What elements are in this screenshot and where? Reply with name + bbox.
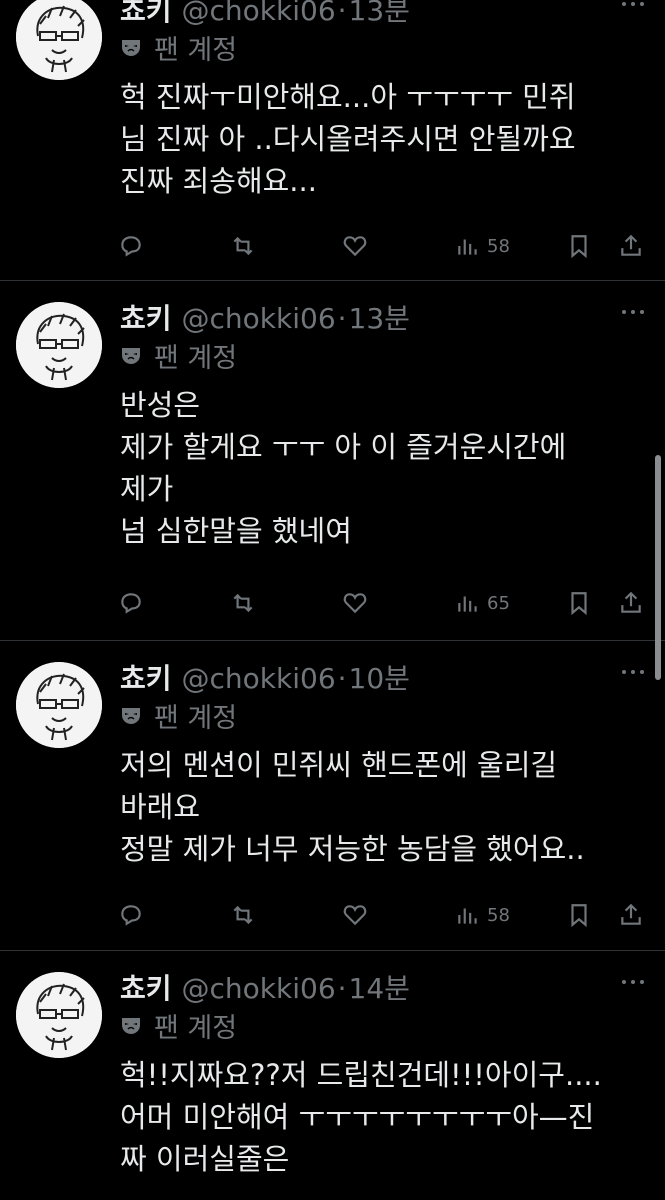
scrollbar[interactable] — [655, 455, 661, 680]
retweet-button[interactable] — [230, 231, 256, 261]
more-icon[interactable] — [619, 0, 647, 14]
handle[interactable]: @chokki06 — [182, 972, 336, 1006]
divider — [0, 950, 665, 951]
retweet-icon — [233, 905, 253, 925]
display-name[interactable]: 쵸키 — [120, 0, 172, 28]
tweet-actions: 58 — [118, 231, 648, 261]
like-button[interactable] — [342, 588, 368, 618]
views-button[interactable]: 58 — [455, 231, 510, 261]
avatar[interactable] — [16, 302, 102, 388]
separator-dot: · — [337, 302, 347, 335]
handle[interactable]: @chokki06 — [182, 302, 336, 336]
tweet-text: 반성은 제가 할게요 ㅜㅜ 아 이 즐거운시간에 제가 넘 심한말을 했네여 — [120, 388, 567, 548]
share-button[interactable] — [618, 588, 644, 618]
avatar-drawing — [16, 972, 102, 1058]
separator-dot: · — [337, 972, 347, 1005]
more-icon[interactable] — [619, 662, 647, 682]
heart-icon — [343, 905, 367, 926]
account-label-text: 팬 계정 — [154, 342, 238, 374]
retweet-button[interactable] — [230, 900, 256, 930]
account-label-text: 팬 계정 — [154, 1012, 238, 1044]
account-label-text: 팬 계정 — [154, 34, 238, 66]
tweet-actions: 58 — [118, 900, 648, 930]
bookmark-button[interactable] — [566, 231, 592, 261]
timestamp[interactable]: 13분 — [349, 0, 410, 28]
avatar-drawing — [16, 302, 102, 388]
account-label: 팬 계정 — [120, 338, 238, 374]
tweet-header: 쵸키 @chokki06 · 10분 — [120, 662, 410, 696]
more-icon[interactable] — [619, 302, 647, 322]
tweet[interactable]: 쵸키 @chokki06 · 13분 팬 계정 헉 진짜ㅜ미안해요...아 ㅜㅜ… — [0, 0, 665, 280]
divider — [0, 280, 665, 281]
tweet-actions: 65 — [118, 588, 648, 618]
more-icon[interactable] — [619, 972, 647, 992]
avatar[interactable] — [16, 0, 102, 80]
display-name[interactable]: 쵸키 — [120, 662, 172, 696]
separator-dot: · — [337, 0, 347, 27]
tweet-text: 헉!!지짜요??저 드립친건데!!!아이구.... 어머 미안해여 ㅜㅜㅜㅜㅜㅜ… — [120, 1058, 602, 1176]
reply-button[interactable] — [118, 588, 144, 618]
reply-button[interactable] — [118, 231, 144, 261]
display-name[interactable]: 쵸키 — [120, 972, 172, 1006]
account-label-text: 팬 계정 — [154, 702, 238, 734]
reply-icon — [121, 593, 141, 614]
reply-button[interactable] — [118, 900, 144, 930]
heart-icon — [343, 593, 367, 614]
tweet[interactable]: 쵸키 @chokki06 · 13분 팬 계정 반성은 제가 할게요 ㅜㅜ 아 … — [0, 296, 665, 640]
views-button[interactable]: 65 — [455, 588, 510, 618]
avatar-drawing — [16, 662, 102, 748]
avatar[interactable] — [16, 972, 102, 1058]
display-name[interactable]: 쵸키 — [120, 302, 172, 336]
account-label: 팬 계정 — [120, 30, 238, 66]
tweet-header: 쵸키 @chokki06 · 14분 — [120, 972, 410, 1006]
bookmark-icon — [571, 592, 587, 616]
views-icon — [458, 908, 477, 924]
tweet-header: 쵸키 @chokki06 · 13분 — [120, 302, 410, 336]
account-label: 팬 계정 — [120, 1008, 238, 1044]
mask-icon — [122, 40, 140, 56]
view-count: 58 — [487, 235, 510, 257]
tweet[interactable]: 쵸키 @chokki06 · 14분 팬 계정 헉!!지짜요??저 드립친건데!… — [0, 966, 665, 1200]
views-icon — [458, 239, 477, 255]
tweet-text: 헉 진짜ㅜ미안해요...아 ㅜㅜㅜㅜ 민쥐 님 진짜 아 ..다시올려주시면 안… — [120, 80, 576, 198]
tweet[interactable]: 쵸키 @chokki06 · 10분 팬 계정 저의 멘션이 민쥐씨 핸드폰에 … — [0, 656, 665, 950]
avatar-drawing — [16, 0, 102, 80]
timeline[interactable]: 쵸키 @chokki06 · 13분 팬 계정 헉 진짜ㅜ미안해요...아 ㅜㅜ… — [0, 0, 665, 1200]
view-count: 65 — [487, 592, 510, 614]
like-button[interactable] — [342, 231, 368, 261]
mask-icon — [122, 348, 140, 364]
reply-icon — [121, 236, 141, 257]
view-count: 58 — [487, 904, 510, 926]
retweet-icon — [233, 593, 253, 613]
handle[interactable]: @chokki06 — [182, 662, 336, 696]
retweet-icon — [233, 236, 253, 256]
bookmark-button[interactable] — [566, 900, 592, 930]
share-icon — [621, 903, 641, 925]
timestamp[interactable]: 10분 — [349, 662, 410, 696]
tweet-text: 저의 멘션이 민쥐씨 핸드폰에 울리길 바래요 정말 제가 너무 저능한 농담을… — [120, 748, 585, 866]
retweet-button[interactable] — [230, 588, 256, 618]
views-button[interactable]: 58 — [455, 900, 510, 930]
mask-icon — [122, 708, 140, 724]
bookmark-button[interactable] — [566, 588, 592, 618]
divider — [0, 640, 665, 641]
timestamp[interactable]: 13분 — [349, 302, 410, 336]
share-icon — [621, 234, 641, 256]
timestamp[interactable]: 14분 — [349, 972, 410, 1006]
account-label: 팬 계정 — [120, 698, 238, 734]
share-button[interactable] — [618, 231, 644, 261]
avatar[interactable] — [16, 662, 102, 748]
tweet-header: 쵸키 @chokki06 · 13분 — [120, 0, 410, 28]
like-button[interactable] — [342, 900, 368, 930]
handle[interactable]: @chokki06 — [182, 0, 336, 28]
share-icon — [621, 591, 641, 613]
reply-icon — [121, 905, 141, 926]
heart-icon — [343, 236, 367, 257]
bookmark-icon — [571, 235, 587, 259]
share-button[interactable] — [618, 900, 644, 930]
separator-dot: · — [337, 662, 347, 695]
mask-icon — [122, 1018, 140, 1034]
views-icon — [458, 596, 477, 612]
bookmark-icon — [571, 904, 587, 928]
